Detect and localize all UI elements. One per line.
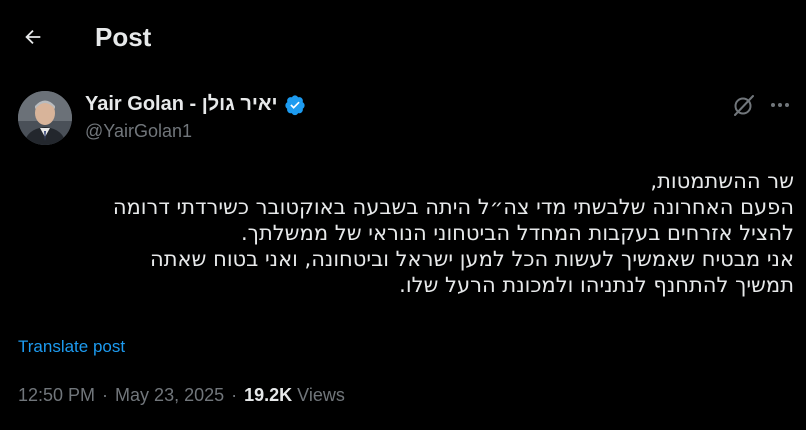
author-name-row: Yair Golan - יאיר גולן — [85, 93, 306, 116]
separator-dot: · — [231, 385, 238, 405]
post-date[interactable]: May 23, 2025 — [115, 385, 224, 406]
more-icon[interactable] — [767, 92, 793, 118]
avatar[interactable] — [18, 91, 72, 145]
author-handle[interactable]: @YairGolan1 — [85, 121, 192, 142]
views-label: Views — [297, 385, 345, 405]
post-line: להציל אזרחים בעקבות המחדל הביטחוני הנורא… — [240, 221, 794, 245]
grok-icon[interactable] — [731, 92, 757, 118]
separator-dot: · — [102, 385, 109, 405]
post-line: אני מבטיח שאמשיך לעשות הכל למען ישראל וב… — [150, 247, 794, 271]
post-line: הפעם האחרונה שלבשתי מדי צה״ל היתה בשבעה … — [112, 195, 794, 219]
avatar-image — [18, 91, 72, 145]
back-button[interactable] — [16, 20, 50, 54]
post-header: Post — [0, 0, 806, 76]
translate-post-link[interactable]: Translate post — [18, 337, 125, 357]
verified-badge-icon — [284, 94, 305, 115]
arrow-left-icon — [25, 29, 41, 45]
post-line: תמשיך להתחנף לנתניהו ולמכונת הרעל שלו. — [399, 273, 794, 297]
post-meta: 12:50 PM · May 23, 2025 · 19.2K Views — [18, 385, 345, 406]
post-time[interactable]: 12:50 PM — [18, 385, 95, 406]
page-title: Post — [95, 22, 152, 52]
views-count: 19.2K — [244, 385, 293, 405]
author-display-name[interactable]: Yair Golan - יאיר גולן — [85, 93, 278, 116]
post-text: שר ההשתמטות, הפעם האחרונה שלבשתי מדי צה״… — [14, 168, 794, 298]
post-line: שר ההשתמטות, — [650, 169, 794, 193]
